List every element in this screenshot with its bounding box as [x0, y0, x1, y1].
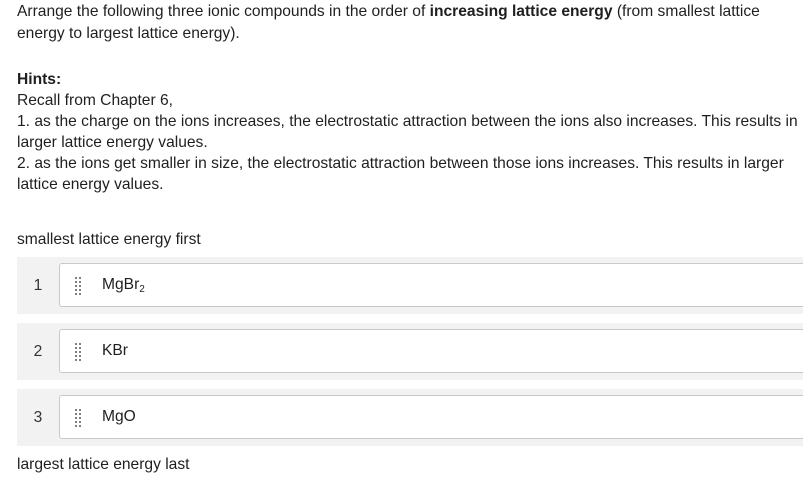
item-formula: KBr — [102, 342, 128, 359]
hints-title: Hints: — [17, 71, 62, 88]
hints-section: Hints: Recall from Chapter 6, 1. as the … — [17, 69, 802, 195]
ranking-bottom-label: largest lattice energy last — [17, 456, 190, 473]
draggable-item-mgbr2[interactable]: MgBr2 — [59, 263, 803, 307]
item-formula: MgBr2 — [102, 276, 145, 295]
ranking-row-2: 2 KBr — [17, 323, 803, 380]
draggable-item-mgo[interactable]: MgO — [59, 395, 803, 439]
hints-intro: Recall from Chapter 6, — [17, 92, 173, 109]
question-text: Arrange the following three ionic compou… — [17, 1, 797, 45]
rank-number: 3 — [33, 408, 43, 426]
draggable-item-kbr[interactable]: KBr — [59, 329, 803, 373]
hint-item-1: 1. as the charge on the ions increases, … — [17, 113, 798, 151]
drag-handle-icon[interactable] — [74, 408, 84, 428]
rank-number: 2 — [33, 342, 43, 360]
ranking-top-label: smallest lattice energy first — [17, 231, 201, 248]
hint-item-2: 2. as the ions get smaller in size, the … — [17, 155, 784, 193]
question-emphasis: increasing lattice energy — [429, 3, 613, 20]
item-formula: MgO — [102, 408, 136, 425]
ranking-row-3: 3 MgO — [17, 389, 803, 446]
question-prefix: Arrange the following three ionic compou… — [17, 3, 430, 20]
rank-number: 1 — [33, 276, 43, 294]
drag-handle-icon[interactable] — [74, 276, 84, 296]
ranking-row-1: 1 MgBr2 — [17, 257, 803, 314]
drag-handle-icon[interactable] — [74, 342, 84, 362]
